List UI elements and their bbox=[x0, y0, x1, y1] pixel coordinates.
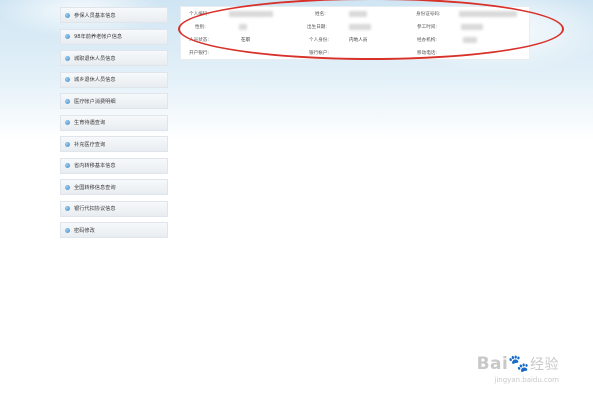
bullet-icon bbox=[65, 34, 70, 39]
bank-account-label: 银行帐户: bbox=[309, 51, 329, 56]
watermark-logo: Bai🐾经验 bbox=[476, 354, 559, 374]
bullet-icon bbox=[65, 120, 70, 125]
sidebar-item-label: 城乡退休人员信息 bbox=[74, 77, 116, 83]
personal-info-panel: 个人编码: 姓名: 身份证号码: 性别: 出生日期: 参工时间: 人员状态: 在… bbox=[180, 6, 530, 60]
id-card-label: 身份证号码: bbox=[416, 12, 441, 17]
gender-value-redacted bbox=[239, 24, 247, 30]
sidebar-item-label: 生育待遇查询 bbox=[74, 120, 106, 126]
birth-date-label: 出生日期: bbox=[307, 25, 327, 30]
bullet-icon bbox=[65, 77, 70, 82]
sidebar-item-label: 医疗帐户消费明细 bbox=[74, 98, 116, 105]
sidebar-menu: 参保人员基本信息 98年前养老帐户信息 城职退休人员信息 城乡退休人员信息 医疗… bbox=[60, 7, 168, 244]
mobile-label: 移动电话: bbox=[417, 51, 437, 56]
bullet-icon bbox=[65, 12, 70, 18]
status-label: 人员状态: bbox=[189, 38, 209, 43]
personal-no-label: 个人编码: bbox=[189, 12, 209, 17]
sidebar-item-label: 98年前养老帐户信息 bbox=[74, 34, 123, 40]
sidebar-item-label: 参保人员基本信息 bbox=[74, 12, 116, 19]
watermark-brand-suffix: 经验 bbox=[530, 357, 559, 373]
bullet-icon bbox=[65, 184, 70, 190]
bank-label: 开户银行: bbox=[189, 51, 209, 56]
name-value-redacted bbox=[349, 11, 367, 17]
sidebar-item-label: 城职退休人员信息 bbox=[74, 55, 116, 62]
identity-label: 个人身份: bbox=[309, 38, 329, 43]
watermark: Bai🐾经验 jingyan.baidu.com bbox=[477, 354, 559, 384]
sidebar-item-label: 密码修改 bbox=[74, 227, 95, 234]
agency-label: 经办机构: bbox=[417, 38, 437, 43]
sidebar-item-label: 补充医疗查询 bbox=[74, 141, 106, 148]
sidebar-item-medical-spending[interactable]: 医疗帐户消费明细 bbox=[60, 93, 168, 109]
watermark-url: jingyan.baidu.com bbox=[494, 376, 559, 384]
agency-value-redacted bbox=[463, 37, 477, 43]
work-start-label: 参工时间: bbox=[417, 25, 437, 30]
sidebar-item-provincial-transfer[interactable]: 省内转移基本信息 bbox=[60, 157, 168, 174]
sidebar-item-rural-retiree[interactable]: 城乡退休人员信息 bbox=[60, 71, 168, 88]
sidebar-item-password-change[interactable]: 密码修改 bbox=[60, 222, 168, 238]
sidebar-item-label: 省内转移基本信息 bbox=[74, 163, 116, 169]
sidebar-item-maternity[interactable]: 生育待遇查询 bbox=[60, 114, 168, 131]
sidebar-item-supplementary-medical[interactable]: 补充医疗查询 bbox=[60, 136, 168, 152]
bullet-icon bbox=[65, 141, 70, 147]
bullet-icon bbox=[65, 163, 70, 168]
sidebar-item-label: 全国转移信息查询 bbox=[74, 184, 116, 191]
bullet-icon bbox=[65, 206, 70, 211]
birth-date-value-redacted bbox=[349, 24, 371, 30]
id-card-value-redacted bbox=[459, 11, 517, 17]
bullet-icon bbox=[65, 98, 70, 104]
bullet-icon bbox=[65, 227, 70, 233]
bullet-icon bbox=[65, 55, 70, 61]
work-start-value-redacted bbox=[461, 24, 483, 30]
sidebar-item-national-transfer[interactable]: 全国转移信息查询 bbox=[60, 179, 168, 195]
identity-value: 内地人员 bbox=[349, 38, 368, 43]
personal-no-value-redacted bbox=[229, 11, 273, 17]
name-label: 姓名: bbox=[315, 12, 326, 17]
watermark-brand: Bai bbox=[476, 354, 509, 374]
gender-label: 性别: bbox=[195, 25, 206, 30]
sidebar-item-bank-withholding[interactable]: 银行代扣协议信息 bbox=[60, 200, 168, 217]
sidebar-item-basic-info[interactable]: 参保人员基本信息 bbox=[60, 7, 168, 23]
status-value: 在职 bbox=[241, 38, 251, 43]
sidebar-item-pension-account[interactable]: 98年前养老帐户信息 bbox=[60, 28, 168, 45]
sidebar-item-urban-retiree[interactable]: 城职退休人员信息 bbox=[60, 50, 168, 66]
sidebar-item-label: 银行代扣协议信息 bbox=[74, 206, 116, 212]
